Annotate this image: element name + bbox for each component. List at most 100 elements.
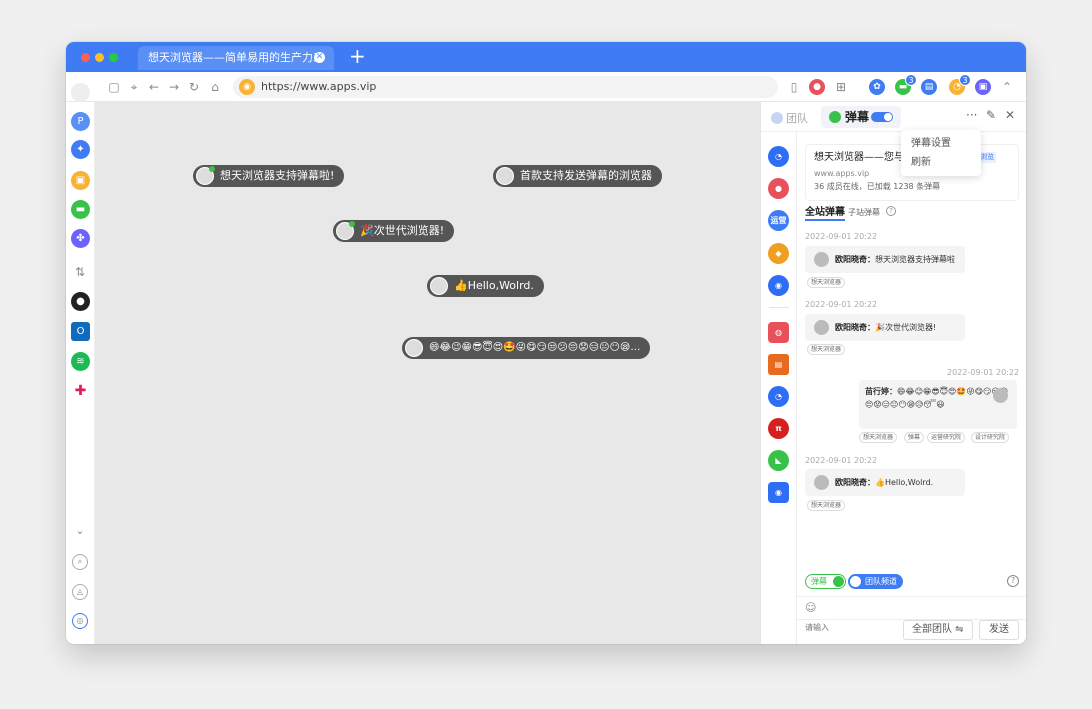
sidebar-team-icon[interactable]: ✦: [71, 140, 90, 159]
avatar: [814, 475, 829, 490]
tag-chip[interactable]: 弹幕: [904, 432, 925, 443]
outlook-icon[interactable]: O: [71, 322, 90, 341]
minimize-window-button[interactable]: [95, 53, 104, 62]
tab-team[interactable]: 团队: [771, 110, 808, 126]
send-button[interactable]: 发送: [979, 620, 1019, 640]
bell-icon[interactable]: ◬: [72, 584, 88, 600]
sidebar-chat-icon[interactable]: ▬: [71, 200, 90, 219]
close-icon[interactable]: ✕: [1005, 108, 1015, 122]
left-sidebar: P ✦ ▣ ▬ ✤ ⇅ ● O ≋ ✚ ⌄ ⌕ ◬ ◎: [66, 83, 95, 644]
danmaku-bullet[interactable]: 👍Hello,Wolrd.: [427, 275, 544, 297]
message-text: 👍Hello,Wolrd.: [875, 478, 934, 487]
extension-doc-icon[interactable]: ▤: [921, 79, 937, 95]
tab-all-site[interactable]: 全站弹幕: [805, 206, 845, 221]
team-icon-1[interactable]: ◔: [768, 146, 789, 167]
team-icon-ops[interactable]: 运营: [768, 210, 789, 231]
spotify-icon[interactable]: ≋: [71, 352, 90, 371]
new-tab-button[interactable]: +: [349, 44, 366, 68]
danmaku-bullet[interactable]: 🎉次世代浏览器!: [333, 220, 455, 242]
message-text: 想天浏览器支持弹幕啦: [875, 255, 955, 264]
extension-yellow-icon[interactable]: ◔ 3: [949, 74, 971, 95]
tag-chip[interactable]: 想天浏览器: [807, 344, 846, 355]
danmaku-icon: [829, 111, 841, 123]
back-icon[interactable]: ←: [146, 79, 162, 95]
sidebar-orange-icon[interactable]: ▣: [71, 171, 90, 190]
sidebar-apps-icon[interactable]: ✤: [71, 229, 90, 248]
team-icon-7[interactable]: ▤: [768, 354, 789, 375]
maximize-window-button[interactable]: [109, 53, 118, 62]
bullet-text: 👍Hello,Wolrd.: [454, 279, 534, 292]
avatar: [814, 320, 829, 335]
danmaku-channel-toggle[interactable]: 弹幕: [805, 574, 846, 589]
message-item: 欧阳晓奇：🎉次世代浏览器!: [805, 314, 965, 341]
team-icon-4[interactable]: ◆: [768, 243, 789, 264]
target-icon[interactable]: ⌖: [126, 79, 142, 95]
tag-chip[interactable]: 设计研究院: [971, 432, 1010, 443]
timestamp: 2022-09-01 20:22: [805, 232, 878, 241]
team-channel-toggle[interactable]: 团队频道: [848, 574, 903, 589]
message-author: 欧阳晓奇：: [835, 478, 875, 487]
more-icon[interactable]: ···: [966, 108, 977, 122]
settings-icon[interactable]: ◎: [72, 613, 88, 629]
web-content: 想天浏览器支持弹幕啦! 首款支持发送弹幕的浏览器 🎉次世代浏览器! 👍Hello…: [95, 102, 760, 644]
extension-lock-icon[interactable]: ▣: [975, 79, 991, 95]
danmaku-bullet[interactable]: 想天浏览器支持弹幕啦!: [193, 165, 345, 187]
tab-danmaku-label: 弹幕: [845, 110, 870, 124]
avatar: [196, 166, 215, 185]
danmaku-toggle[interactable]: [871, 112, 893, 122]
sync-icon[interactable]: ⇅: [72, 265, 88, 281]
github-icon[interactable]: ●: [71, 292, 90, 311]
menu-item-danmaku-settings[interactable]: 弹幕设置: [901, 134, 981, 153]
site-stats: 36 成员在线，已加载 1238 条弹幕: [814, 182, 941, 191]
grid-icon[interactable]: ⊞: [833, 79, 849, 95]
search-icon[interactable]: ⌕: [72, 554, 88, 570]
team-icon-pi[interactable]: π: [768, 418, 789, 439]
tab-danmaku[interactable]: 弹幕: [821, 106, 901, 128]
scope-select[interactable]: 全部团队 ⇋: [903, 620, 973, 640]
forward-icon[interactable]: →: [166, 79, 182, 95]
bullet-text: 🎉次世代浏览器!: [360, 224, 445, 237]
close-window-button[interactable]: [81, 53, 90, 62]
danmaku-subtabs: 全站弹幕 子站弹幕 ?: [805, 206, 1019, 222]
tab-sub-site[interactable]: 子站弹幕: [848, 207, 880, 219]
avatar: [405, 339, 423, 357]
pin-icon[interactable]: ✎: [986, 108, 996, 122]
reload-icon[interactable]: ↻: [186, 79, 202, 95]
extension-red-icon[interactable]: ●: [809, 79, 825, 95]
extension-blue-icon[interactable]: ✿: [869, 79, 885, 95]
bullet-text: 首款支持发送弹幕的浏览器: [520, 169, 652, 182]
tag-chip[interactable]: 想天浏览器: [807, 500, 846, 511]
danmaku-panel: 团队 弹幕 ··· ✎ ✕ 弹幕设置 刷新 ◔ ● 运营 ◆ ◉ ◍ ▤ ◔ π…: [760, 102, 1026, 644]
user-avatar[interactable]: [71, 83, 90, 102]
team-icon-2[interactable]: ●: [768, 178, 789, 199]
team-icon-10[interactable]: ◣: [768, 450, 789, 471]
browser-tab[interactable]: 想天浏览器——简单易用的生产力工具 ✕: [138, 46, 334, 88]
mobile-icon[interactable]: ▯: [786, 79, 802, 95]
team-icon-11[interactable]: ◉: [768, 482, 789, 503]
team-icon-8[interactable]: ◔: [768, 386, 789, 407]
team-list: ◔ ● 运营 ◆ ◉ ◍ ▤ ◔ π ◣ ◉: [761, 132, 797, 644]
danmaku-bullet[interactable]: 首款支持发送弹幕的浏览器: [493, 165, 662, 187]
chevron-down-icon[interactable]: ⌄: [72, 524, 88, 540]
home-icon[interactable]: ⌂: [207, 79, 223, 95]
emoji-icon[interactable]: ☺: [805, 601, 816, 614]
help-icon[interactable]: ?: [1007, 575, 1019, 587]
tag-chip[interactable]: 运营研究院: [927, 432, 966, 443]
danmaku-bullet[interactable]: 😄😂😉😁😎😇😍🤩😜😋😏😒😕😔😟😑😐😶😪…: [402, 337, 651, 359]
collapse-up-icon[interactable]: ⌃: [999, 79, 1015, 95]
scope-label: 全部团队: [912, 624, 952, 635]
team-icon-6[interactable]: ◍: [768, 322, 789, 343]
tag-chip[interactable]: 想天浏览器: [859, 432, 898, 443]
address-bar[interactable]: ◉ https://www.apps.vip: [233, 76, 778, 98]
sidebar-toggle-icon[interactable]: ▢: [106, 79, 122, 95]
sidebar-app-p-icon[interactable]: P: [71, 112, 90, 131]
help-icon[interactable]: ?: [886, 206, 896, 216]
danmaku-extension-icon[interactable]: ▬ 3: [895, 74, 917, 95]
team-icon-5[interactable]: ◉: [768, 275, 789, 296]
tag-chip[interactable]: 想天浏览器: [807, 277, 846, 288]
team-icon: [771, 112, 783, 124]
tab-close-icon[interactable]: ✕: [314, 52, 325, 63]
slack-icon[interactable]: ✚: [71, 382, 90, 401]
menu-item-refresh[interactable]: 刷新: [901, 153, 981, 172]
bullet-text: 😄😂😉😁😎😇😍🤩😜😋😏😒😕😔😟😑😐😶😪…: [429, 342, 641, 353]
